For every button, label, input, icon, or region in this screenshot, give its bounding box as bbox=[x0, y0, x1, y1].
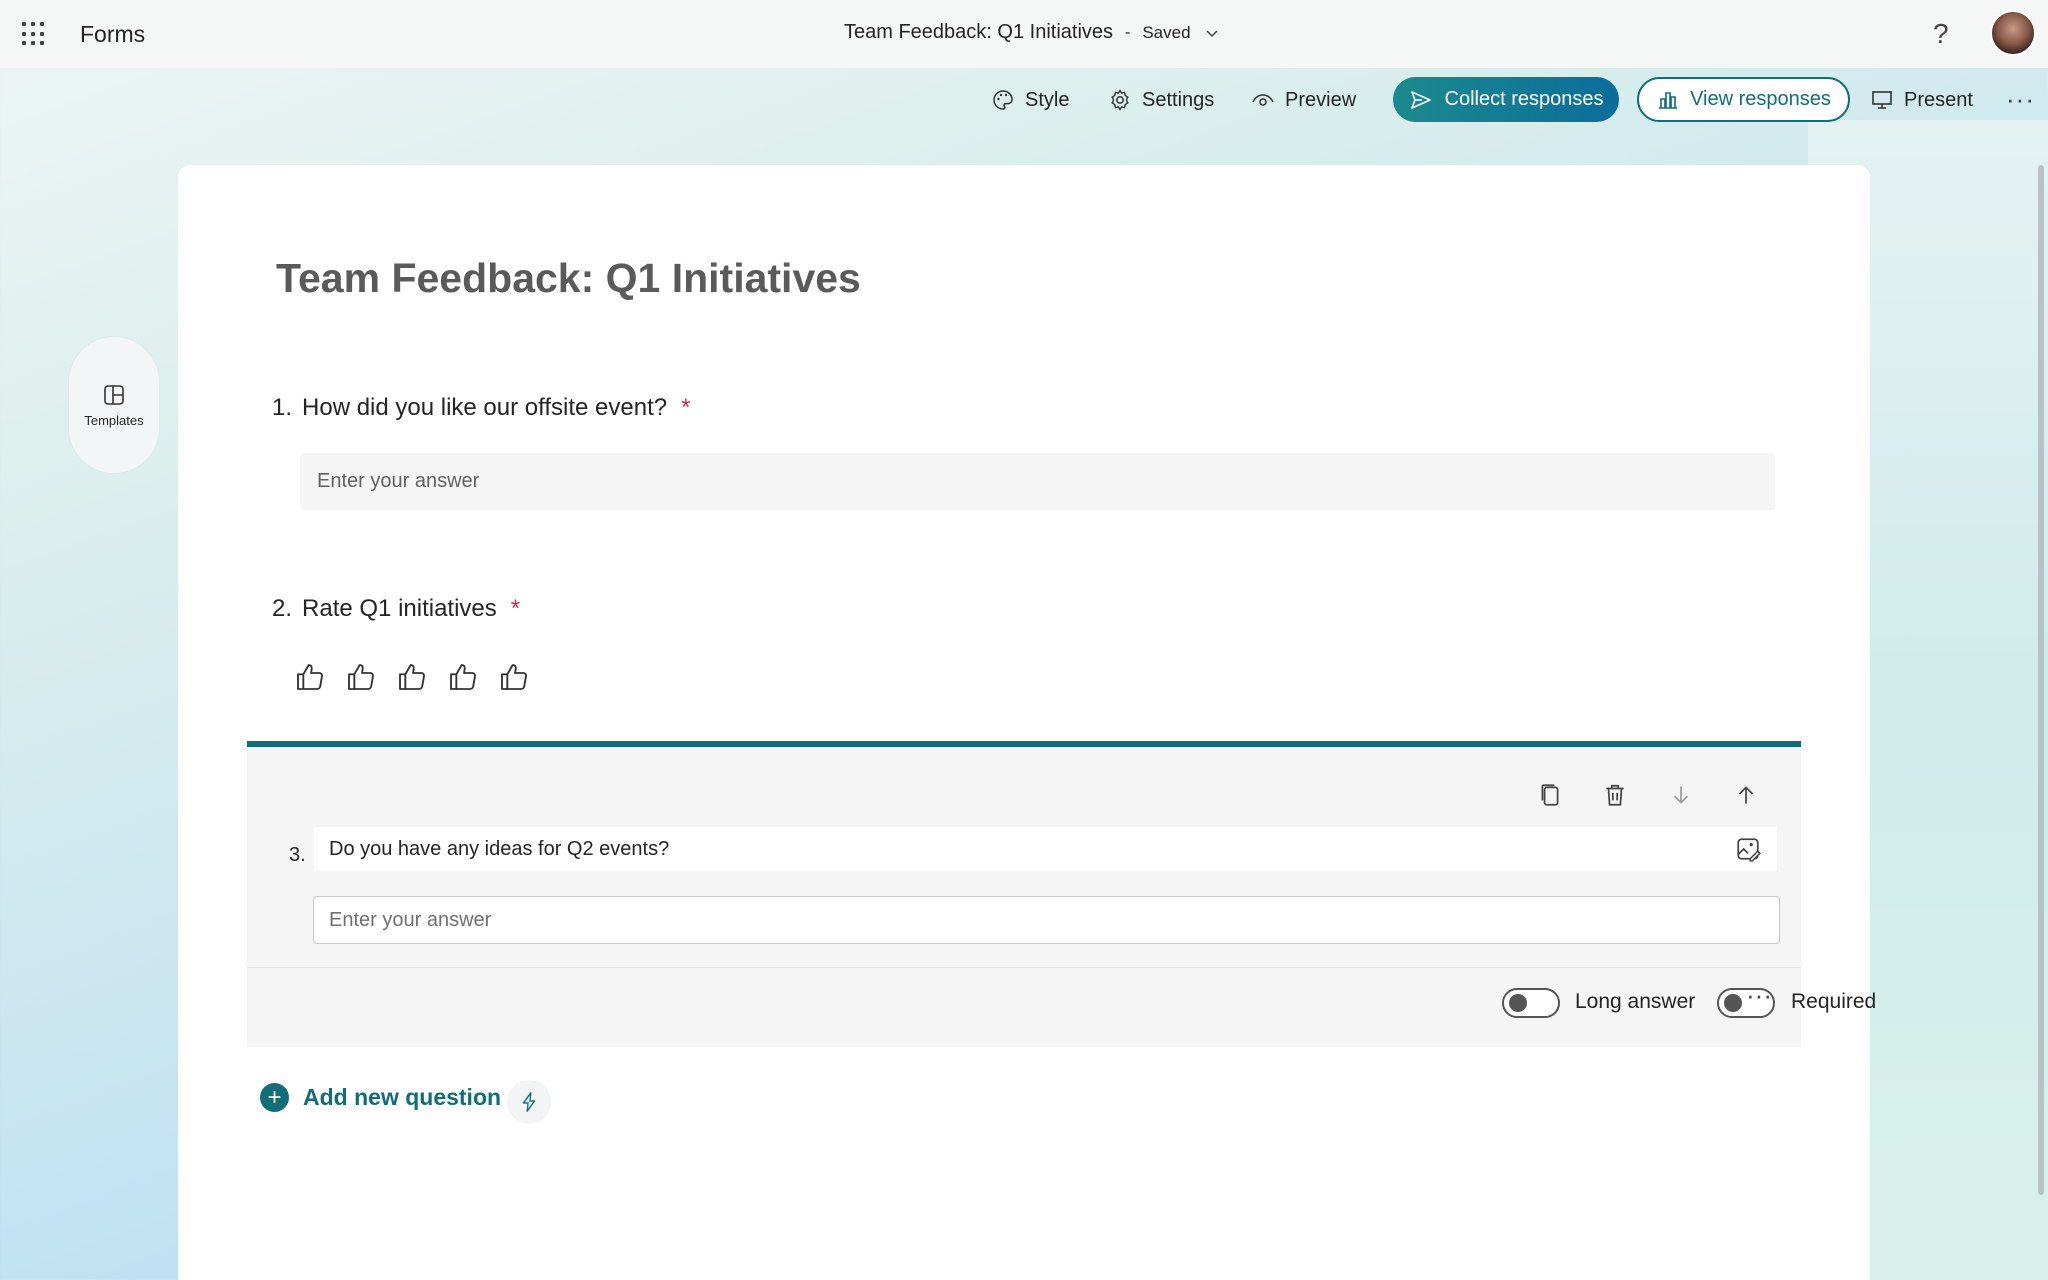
plus-icon: + bbox=[260, 1083, 289, 1112]
thumb-up-icon bbox=[297, 664, 323, 690]
question-2-text: Rate Q1 initiatives bbox=[302, 595, 497, 622]
send-icon bbox=[1410, 90, 1431, 109]
templates-label: Templates bbox=[84, 412, 144, 428]
question-3-footer: Long answer Required ··· bbox=[247, 967, 1876, 1047]
collect-responses-label: Collect responses bbox=[1444, 88, 1604, 110]
present-label: Present bbox=[1904, 88, 1973, 111]
move-down-button[interactable] bbox=[1665, 779, 1697, 811]
question-1-text: How did you like our offsite event? bbox=[302, 394, 668, 421]
thumb-rating-option[interactable] bbox=[294, 657, 345, 697]
question-3-editor[interactable]: 3. Do you have any ideas for Q2 events? … bbox=[247, 741, 1876, 1047]
delete-question-button[interactable] bbox=[1599, 779, 1631, 811]
form-title[interactable]: Team Feedback: Q1 Initiatives bbox=[276, 255, 861, 302]
chevron-down-icon[interactable] bbox=[1205, 26, 1219, 40]
thumb-rating-option[interactable] bbox=[447, 657, 498, 697]
command-bar: Style Settings Preview Collect responses… bbox=[0, 76, 2048, 124]
copy-question-button[interactable] bbox=[1534, 779, 1566, 811]
bolt-icon bbox=[522, 1092, 536, 1112]
add-new-question-button[interactable]: + Add new question bbox=[260, 1083, 501, 1112]
quick-suggest-button[interactable] bbox=[507, 1080, 551, 1124]
thumb-rating-option[interactable] bbox=[498, 657, 549, 697]
rating-thumbs bbox=[294, 657, 549, 697]
arrow-down-icon bbox=[1673, 786, 1689, 804]
required-marker: * bbox=[681, 394, 691, 421]
document-title[interactable]: Team Feedback: Q1 Initiatives - Saved bbox=[844, 21, 1219, 44]
question-3-text: Do you have any ideas for Q2 events? bbox=[329, 837, 670, 860]
question-3-title-input[interactable]: Do you have any ideas for Q2 events? bbox=[314, 827, 1777, 871]
bar-chart-icon bbox=[1659, 91, 1678, 109]
view-responses-label: View responses bbox=[1690, 88, 1831, 110]
thumb-up-icon bbox=[399, 664, 425, 690]
required-marker: * bbox=[510, 595, 521, 622]
thumb-up-icon bbox=[501, 664, 527, 690]
view-responses-button[interactable]: View responses bbox=[1637, 77, 1850, 122]
title-separator: - bbox=[1125, 23, 1131, 41]
long-answer-label: Long answer bbox=[1575, 990, 1696, 1013]
arrow-up-icon bbox=[1738, 786, 1754, 804]
app-launcher-icon[interactable] bbox=[22, 22, 46, 46]
preview-button[interactable]: Preview bbox=[1251, 76, 1356, 124]
more-options-icon[interactable]: ··· bbox=[2006, 84, 2035, 115]
copy-icon bbox=[1541, 784, 1559, 806]
thumb-rating-option[interactable] bbox=[345, 657, 396, 697]
form-card: Team Feedback: Q1 Initiatives 1. How did… bbox=[178, 165, 1876, 1280]
document-title-text: Team Feedback: Q1 Initiatives bbox=[844, 21, 1114, 43]
image-edit-icon[interactable] bbox=[1735, 836, 1761, 862]
trash-icon bbox=[1606, 784, 1624, 806]
style-button[interactable]: Style bbox=[991, 76, 1069, 124]
app-name[interactable]: Forms bbox=[80, 21, 145, 48]
present-button[interactable]: Present bbox=[1870, 76, 1973, 124]
thumb-up-icon bbox=[348, 664, 374, 690]
templates-button[interactable]: Templates bbox=[68, 336, 160, 474]
preview-label: Preview bbox=[1285, 88, 1357, 111]
required-label: Required bbox=[1791, 990, 1877, 1013]
question-1-answer-input[interactable]: Enter your answer bbox=[300, 453, 1775, 510]
question-1-label[interactable]: 1. How did you like our offsite event? * bbox=[272, 394, 690, 422]
avatar[interactable] bbox=[1990, 10, 2036, 56]
question-3-answer-input[interactable]: Enter your answer bbox=[313, 896, 1780, 944]
thumb-rating-option[interactable] bbox=[396, 657, 447, 697]
settings-button[interactable]: Settings bbox=[1108, 76, 1214, 124]
long-answer-toggle[interactable] bbox=[1502, 988, 1560, 1018]
palette-icon bbox=[993, 90, 1013, 110]
question-1-number: 1. bbox=[272, 394, 293, 421]
eye-icon bbox=[1252, 94, 1274, 106]
question-more-icon[interactable]: ··· bbox=[1746, 980, 1772, 1011]
style-label: Style bbox=[1025, 88, 1070, 111]
scrollbar[interactable] bbox=[2038, 165, 2044, 1195]
gear-icon bbox=[1111, 89, 1129, 111]
top-bar: Forms Team Feedback: Q1 Initiatives - Sa… bbox=[0, 0, 2048, 68]
move-up-button[interactable] bbox=[1730, 779, 1762, 811]
question-2-number: 2. bbox=[272, 595, 293, 622]
monitor-icon bbox=[1872, 91, 1892, 109]
save-status: Saved bbox=[1142, 22, 1191, 42]
question-3-number: 3. bbox=[289, 844, 306, 866]
add-new-question-label: Add new question bbox=[303, 1084, 502, 1110]
collect-responses-button[interactable]: Collect responses bbox=[1393, 77, 1619, 122]
help-icon[interactable]: ? bbox=[1933, 18, 1949, 50]
settings-label: Settings bbox=[1142, 88, 1215, 111]
templates-icon bbox=[104, 384, 124, 405]
thumb-up-icon bbox=[450, 664, 476, 690]
question-2-label[interactable]: 2. Rate Q1 initiatives * bbox=[272, 595, 520, 623]
